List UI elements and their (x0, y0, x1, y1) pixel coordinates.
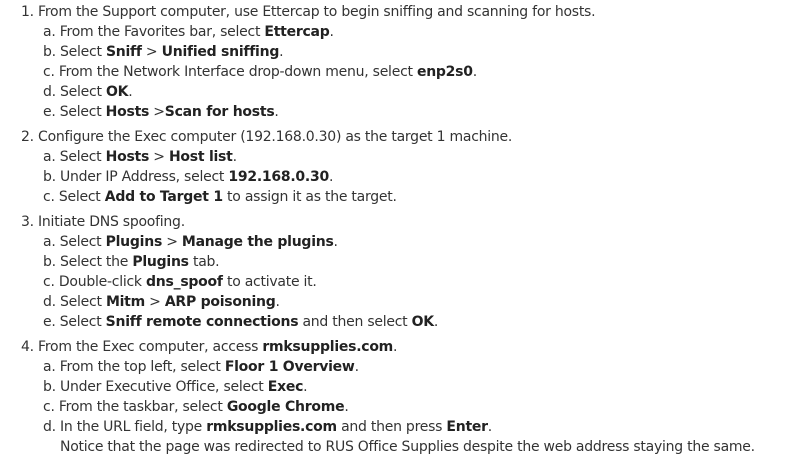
step-1c: c. From the Network Interface drop-down … (43, 64, 477, 80)
step-2: 2. Configure the Exec computer (192.168.… (0, 127, 807, 207)
step-1e: e. Select Hosts >Scan for hosts. (43, 104, 279, 120)
step-4d: d. In the URL field, type rmksupplies.co… (43, 419, 492, 435)
step-2-heading: 2. Configure the Exec computer (192.168.… (21, 129, 513, 145)
step-4b: b. Under Executive Office, select Exec. (43, 379, 308, 395)
step-3-heading: 3. Initiate DNS spoofing. (21, 214, 185, 230)
step-3d: d. Select Mitm > ARP poisoning. (43, 294, 280, 310)
step-1a: a. From the Favorites bar, select Etterc… (43, 24, 334, 40)
step-1b: b. Select Sniff > Unified sniffing. (43, 44, 284, 60)
step-1-heading: 1. From the Support computer, use Etterc… (21, 4, 596, 20)
instruction-list: 1. From the Support computer, use Etterc… (0, 2, 807, 457)
step-2c: c. Select Add to Target 1 to assign it a… (43, 189, 397, 205)
step-3: 3. Initiate DNS spoofing. a. Select Plug… (0, 212, 807, 332)
step-2a: a. Select Hosts > Host list. (43, 149, 237, 165)
step-4: 4. From the Exec computer, access rmksup… (0, 337, 807, 457)
step-4-heading: 4. From the Exec computer, access rmksup… (21, 339, 398, 355)
step-3e: e. Select Sniff remote connections and t… (43, 314, 439, 330)
step-4-note: Notice that the page was redirected to R… (60, 439, 755, 455)
step-1d: d. Select OK. (43, 84, 133, 100)
step-3c: c. Double-click dns_spoof to activate it… (43, 274, 317, 290)
step-4c: c. From the taskbar, select Google Chrom… (43, 399, 349, 415)
step-3b: b. Select the Plugins tab. (43, 254, 220, 270)
step-3a: a. Select Plugins > Manage the plugins. (43, 234, 338, 250)
step-1: 1. From the Support computer, use Etterc… (0, 2, 807, 122)
step-2b: b. Under IP Address, select 192.168.0.30… (43, 169, 334, 185)
step-4a: a. From the top left, select Floor 1 Ove… (43, 359, 359, 375)
